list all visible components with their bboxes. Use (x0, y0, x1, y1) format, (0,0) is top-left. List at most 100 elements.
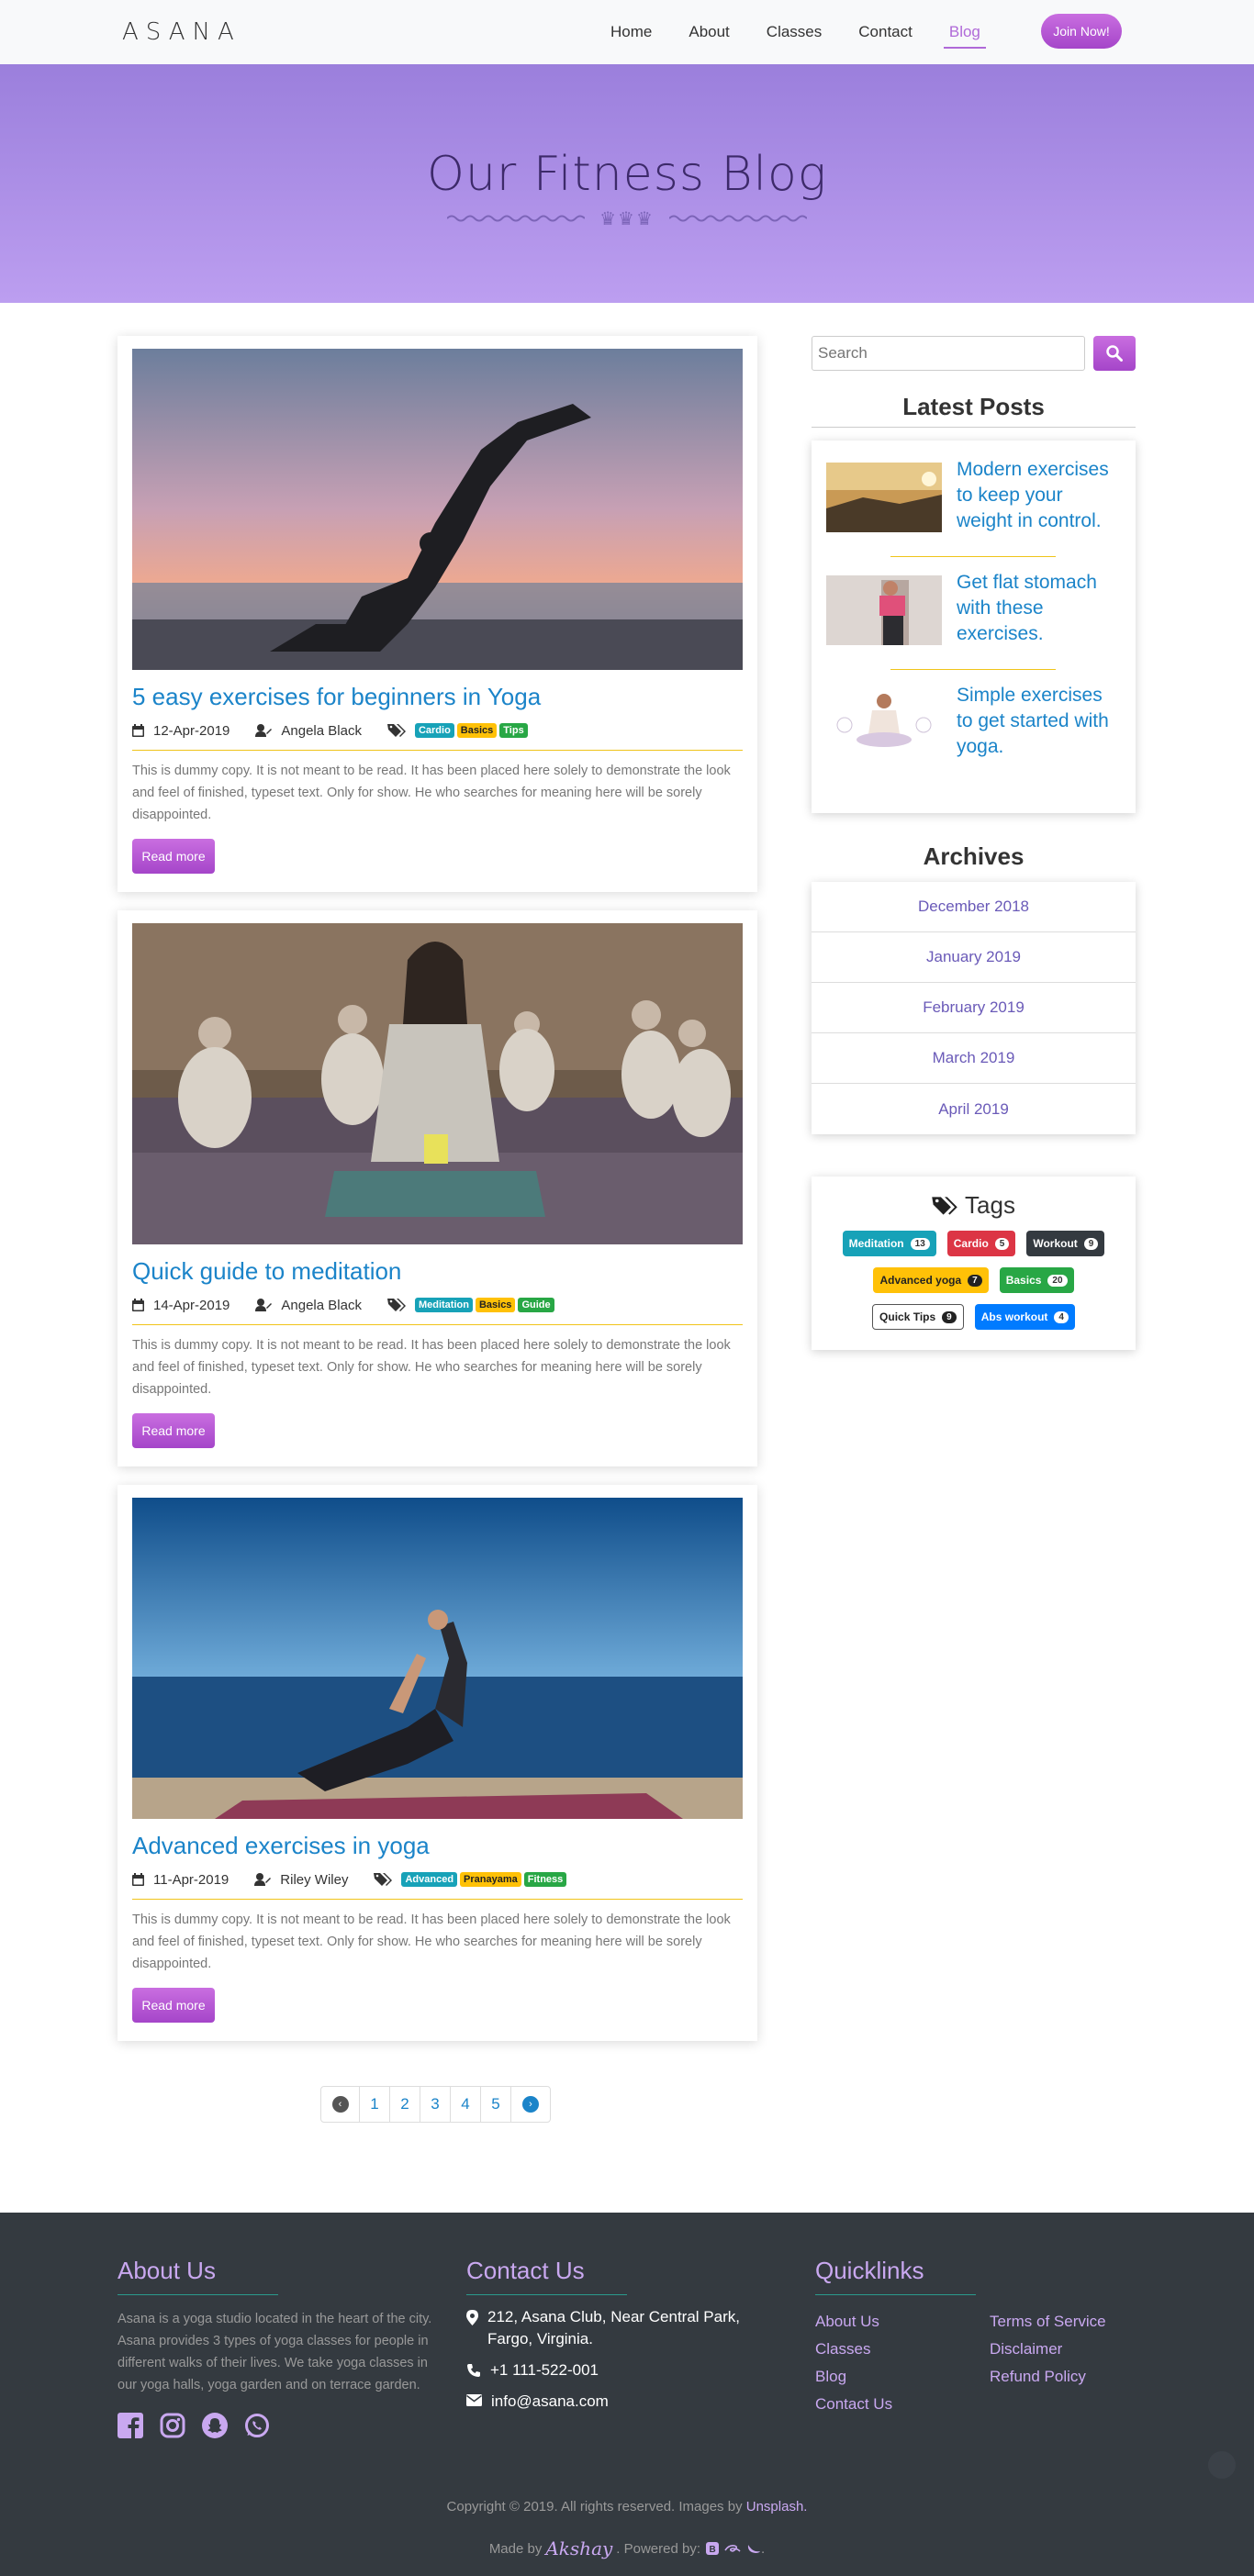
tag-pill[interactable]: Cardio 5 (946, 1231, 1016, 1256)
tag-pill[interactable]: Meditation 13 (842, 1231, 936, 1256)
nav-blog[interactable]: Blog (943, 17, 986, 49)
tag-badge[interactable]: Basics (456, 723, 498, 738)
tag-badge[interactable]: Pranayama (460, 1872, 521, 1887)
tag-badge[interactable]: Advanced (401, 1872, 458, 1887)
archive-link[interactable]: February 2019 (812, 983, 1136, 1033)
post-date-text: 12-Apr-2019 (153, 722, 230, 739)
archives-list: December 2018 January 2019 February 2019… (812, 882, 1136, 1134)
prev-page-button[interactable]: ‹ (321, 2087, 360, 2122)
unsplash-link[interactable]: Unsplash. (746, 2499, 808, 2515)
snapchat-icon[interactable] (202, 2413, 228, 2438)
footer-about-title: About Us (118, 2257, 216, 2284)
post-date-text: 14-Apr-2019 (153, 1297, 230, 1313)
contact-phone-text[interactable]: +1 111-522-001 (490, 2359, 599, 2381)
navbar: ASANA Home About Classes Contact Blog Jo… (0, 0, 1254, 64)
latest-post-title[interactable]: Get flat stomach with these exercises. (957, 570, 1119, 647)
sidebar: Latest Posts Modern exercises to keep yo… (812, 336, 1136, 1350)
latest-post-title[interactable]: Modern exercises to keep your weight in … (957, 457, 1119, 534)
search-input[interactable] (812, 336, 1085, 371)
post-image-meditation-class[interactable] (132, 923, 743, 1244)
post-excerpt: This is dummy copy. It is not meant to b… (132, 1912, 731, 1971)
latest-post-item[interactable]: Modern exercises to keep your weight in … (826, 459, 1119, 534)
user-edit-icon (254, 1873, 272, 1886)
quicklinks-columns: About Us Classes Blog Contact Us Terms o… (815, 2308, 1106, 2418)
post-author: Angela Black (255, 723, 362, 739)
tag-badge[interactable]: Meditation (414, 1298, 473, 1312)
post-title[interactable]: Quick guide to meditation (132, 1257, 743, 1286)
post-tags: Cardio Basics Tips (386, 723, 531, 738)
tags-title-text: Tags (965, 1191, 1015, 1219)
read-more-button[interactable]: Read more (132, 1413, 215, 1448)
page-link[interactable]: 3 (420, 2087, 451, 2122)
made-by: Made by Akshay . Powered by: B . (0, 2537, 1254, 2559)
tag-badge[interactable]: Basics (475, 1298, 516, 1312)
nav-about[interactable]: About (689, 17, 729, 47)
bootstrap-icon[interactable]: B (706, 2542, 720, 2555)
tag-pill[interactable]: Abs workout 4 (974, 1304, 1075, 1330)
archive-link[interactable]: March 2019 (812, 1033, 1136, 1084)
tag-pill[interactable]: Advanced yoga 7 (873, 1267, 989, 1293)
page-link[interactable]: 4 (451, 2087, 481, 2122)
post-title[interactable]: Advanced exercises in yoga (132, 1832, 743, 1860)
jquery-icon[interactable] (746, 2543, 761, 2554)
tag-count: 9 (942, 1310, 957, 1323)
tag-count: 9 (1083, 1237, 1099, 1250)
latest-post-thumbnail (826, 575, 942, 645)
nav-contact[interactable]: Contact (858, 17, 913, 47)
facebook-icon[interactable] (118, 2413, 143, 2438)
tag-pill[interactable]: Basics 20 (999, 1267, 1074, 1293)
brand-logo[interactable]: ASANA (122, 18, 241, 46)
footer-link-classes[interactable]: Classes (815, 2336, 990, 2363)
instagram-icon[interactable] (160, 2413, 185, 2438)
archive-link[interactable]: April 2019 (812, 1084, 1136, 1134)
read-more-button[interactable]: Read more (132, 1988, 215, 2023)
post-title[interactable]: 5 easy exercises for beginners in Yoga (132, 683, 743, 711)
contact-email-text[interactable]: info@asana.com (491, 2391, 609, 2413)
back-to-top-button[interactable] (1208, 2451, 1236, 2479)
post-image-ocean-yoga[interactable] (132, 1498, 743, 1819)
footer-link-about[interactable]: About Us (815, 2308, 990, 2336)
post-meta: 14-Apr-2019 Angela Black Meditation Basi… (132, 1295, 743, 1315)
tag-label: Quick Tips (879, 1310, 936, 1323)
copyright-text: Copyright © 2019. All rights reserved. I… (446, 2499, 743, 2515)
footer-title-underline (118, 2294, 278, 2295)
tag-badge[interactable]: Cardio (414, 723, 454, 738)
svg-text:B: B (710, 2545, 716, 2555)
page-link[interactable]: 1 (360, 2087, 390, 2122)
footer-link-terms[interactable]: Terms of Service (990, 2308, 1106, 2336)
sass-icon[interactable] (724, 2543, 741, 2554)
tag-badge[interactable]: Guide (518, 1298, 554, 1312)
chevron-right-icon: › (522, 2096, 539, 2113)
latest-post-item[interactable]: Get flat stomach with these exercises. (826, 572, 1119, 647)
footer-contact: Contact Us 212, Asana Club, Near Central… (466, 2257, 778, 2413)
page-link[interactable]: 2 (390, 2087, 420, 2122)
tag-label: Cardio (953, 1237, 989, 1250)
tag-badge[interactable]: Tips (499, 723, 528, 738)
footer-link-refund[interactable]: Refund Policy (990, 2363, 1106, 2391)
nav-home[interactable]: Home (610, 17, 652, 47)
latest-post-item[interactable]: Simple exercises to get started with yog… (826, 685, 1119, 760)
latest-posts-divider (812, 427, 1136, 428)
archive-link[interactable]: January 2019 (812, 932, 1136, 983)
tag-label: Basics (1005, 1274, 1042, 1287)
search-button[interactable] (1093, 336, 1136, 371)
next-page-button[interactable]: › (511, 2087, 550, 2122)
footer-link-blog[interactable]: Blog (815, 2363, 990, 2391)
footer-link-disclaimer[interactable]: Disclaimer (990, 2336, 1106, 2363)
read-more-button[interactable]: Read more (132, 839, 215, 874)
tag-badge[interactable]: Fitness (523, 1872, 567, 1887)
tag-row: Advanced yoga 7 Basics 20 (828, 1267, 1119, 1293)
post-image-sunset-yoga[interactable] (132, 349, 743, 670)
wave-ornament-right (668, 215, 807, 222)
latest-post-title[interactable]: Simple exercises to get started with yog… (957, 683, 1119, 760)
whatsapp-icon[interactable] (244, 2413, 270, 2438)
tag-pill[interactable]: Workout 9 (1026, 1231, 1105, 1256)
footer-link-contact[interactable]: Contact Us (815, 2391, 990, 2418)
archive-link[interactable]: December 2018 (812, 882, 1136, 932)
tag-count: 5 (994, 1237, 1010, 1250)
nav-classes[interactable]: Classes (767, 17, 822, 47)
page-link[interactable]: 5 (481, 2087, 511, 2122)
join-now-button[interactable]: Join Now! (1041, 14, 1122, 49)
author-signature[interactable]: Akshay (545, 2537, 612, 2559)
tag-pill[interactable]: Quick Tips 9 (872, 1304, 964, 1330)
